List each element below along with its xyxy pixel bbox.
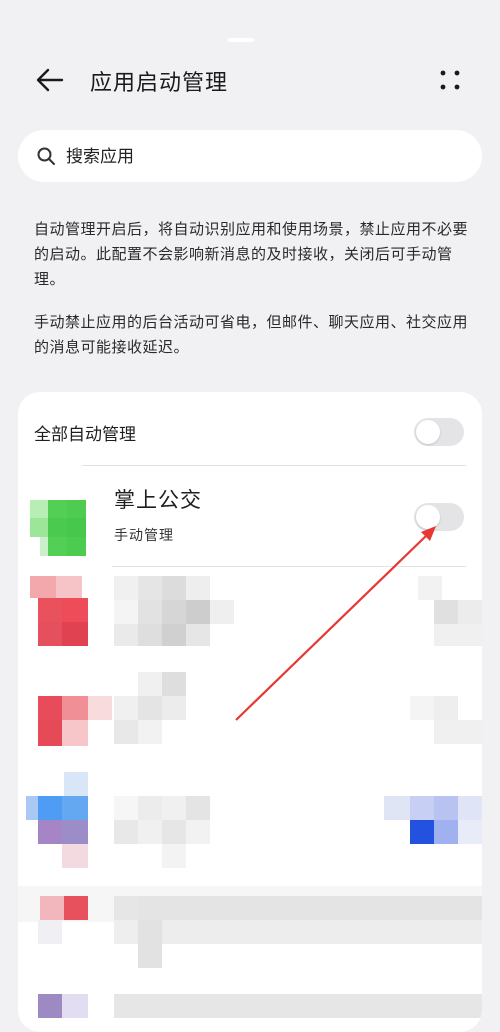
divider [112, 566, 466, 567]
app-status: 手动管理 [114, 528, 174, 544]
search-icon [36, 146, 56, 166]
toggle-knob [416, 420, 440, 444]
app-icon-bus [30, 500, 86, 556]
more-options-button[interactable] [434, 64, 466, 96]
back-arrow-icon [36, 68, 64, 92]
search-input[interactable] [64, 139, 448, 175]
all-auto-manage-label: 全部自动管理 [34, 425, 136, 445]
app-bar: 应用启动管理 [0, 52, 500, 108]
back-button[interactable] [32, 62, 68, 98]
description-manual-manage: 手动禁止应用的后台活动可省电，但邮件、聊天应用、社交应用的消息可能接收延迟。 [34, 313, 469, 356]
description-auto-manage: 自动管理开启后，将自动识别应用和使用场景，禁止应用不必要的启动。此配置不会影响新… [34, 220, 469, 288]
app-toggle-bus[interactable] [414, 503, 464, 531]
page-title: 应用启动管理 [90, 71, 229, 96]
more-dots-icon [440, 70, 460, 90]
toggle-knob [416, 505, 440, 529]
divider [82, 465, 466, 466]
top-handle [228, 38, 254, 42]
all-auto-manage-toggle[interactable] [414, 418, 464, 446]
app-name: 掌上公交 [114, 488, 202, 512]
app-list-card: 全部自动管理 掌上公交 手动管理 [18, 392, 482, 1032]
search-bar[interactable] [18, 130, 482, 182]
